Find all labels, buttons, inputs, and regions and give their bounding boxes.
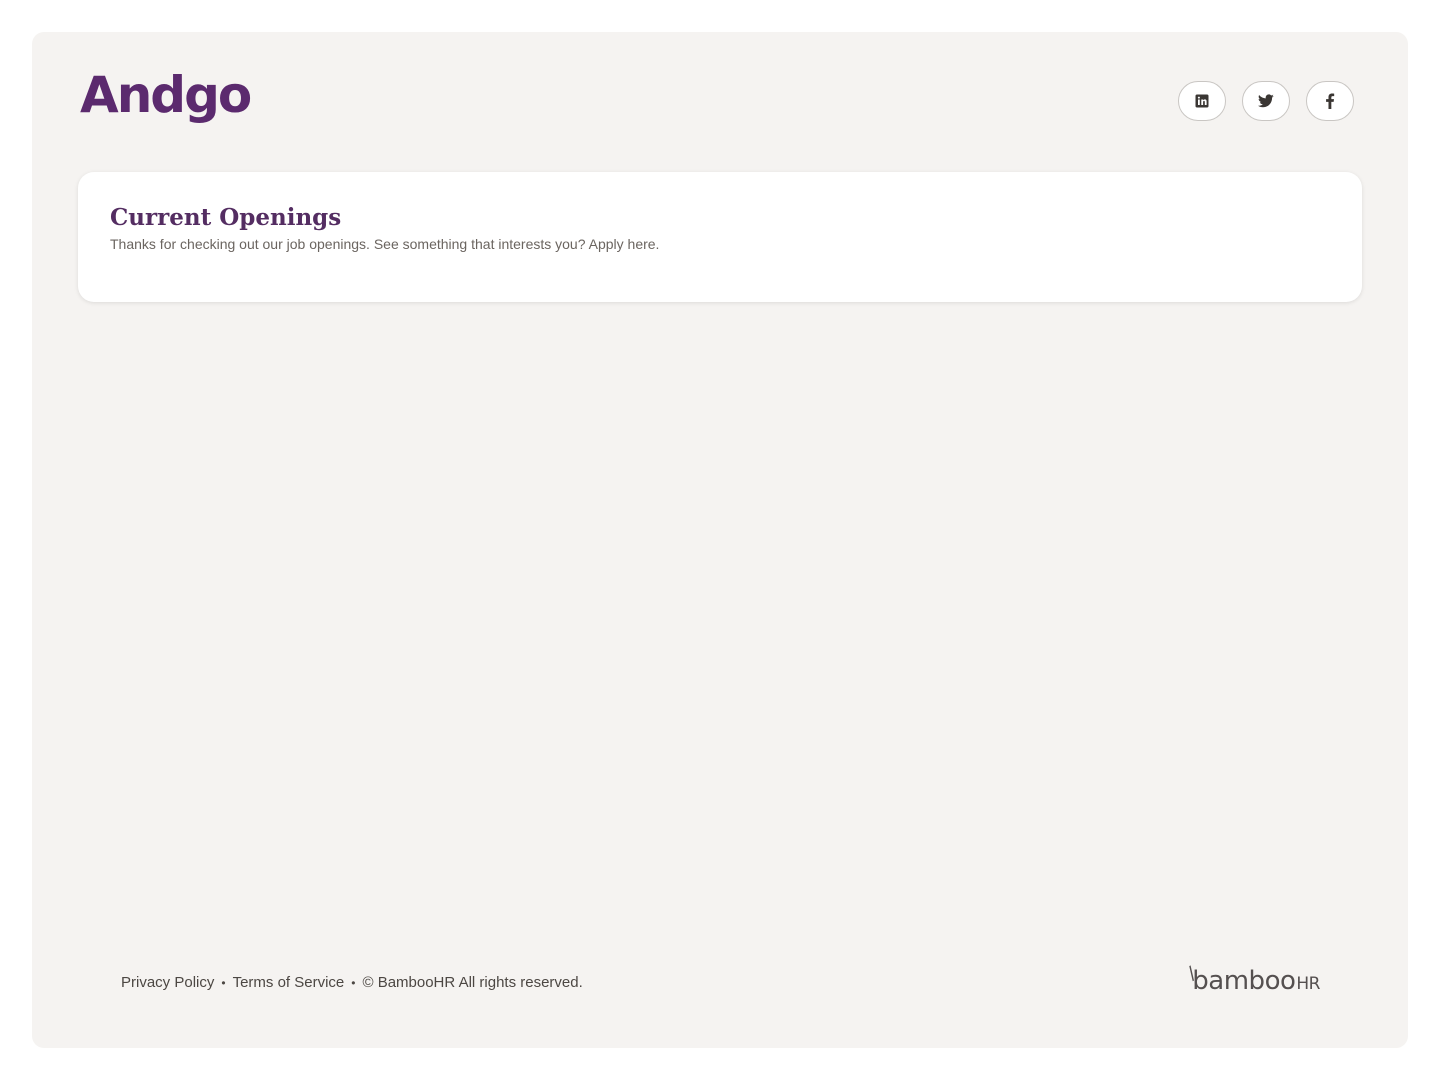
terms-of-service-link[interactable]: Terms of Service	[233, 974, 345, 991]
bamboohr-logo-suffix: HR	[1296, 974, 1320, 994]
linkedin-button[interactable]	[1178, 81, 1226, 121]
social-links	[1178, 81, 1354, 121]
footer-separator: •	[221, 975, 226, 990]
facebook-icon	[1325, 93, 1335, 109]
page-title: Current Openings	[110, 204, 342, 231]
page-shell: Andgo Current Openings Thanks for checki…	[32, 32, 1408, 1048]
linkedin-icon	[1195, 94, 1209, 108]
bamboohr-logo-main: bamboo	[1192, 966, 1296, 996]
company-logo[interactable]: Andgo	[80, 70, 252, 120]
bamboohr-logo[interactable]: / bamboo HR	[1184, 963, 1321, 996]
footer-links: Privacy Policy • Terms of Service • © Ba…	[121, 974, 583, 991]
openings-description: Thanks for checking out our job openings…	[110, 236, 660, 252]
twitter-button[interactable]	[1242, 81, 1290, 121]
copyright-text: © BambooHR All rights reserved.	[362, 974, 583, 991]
facebook-button[interactable]	[1306, 81, 1354, 121]
footer-separator: •	[351, 975, 356, 990]
openings-card: Current Openings Thanks for checking out…	[78, 172, 1362, 302]
privacy-policy-link[interactable]: Privacy Policy	[121, 974, 214, 991]
twitter-icon	[1258, 94, 1274, 108]
